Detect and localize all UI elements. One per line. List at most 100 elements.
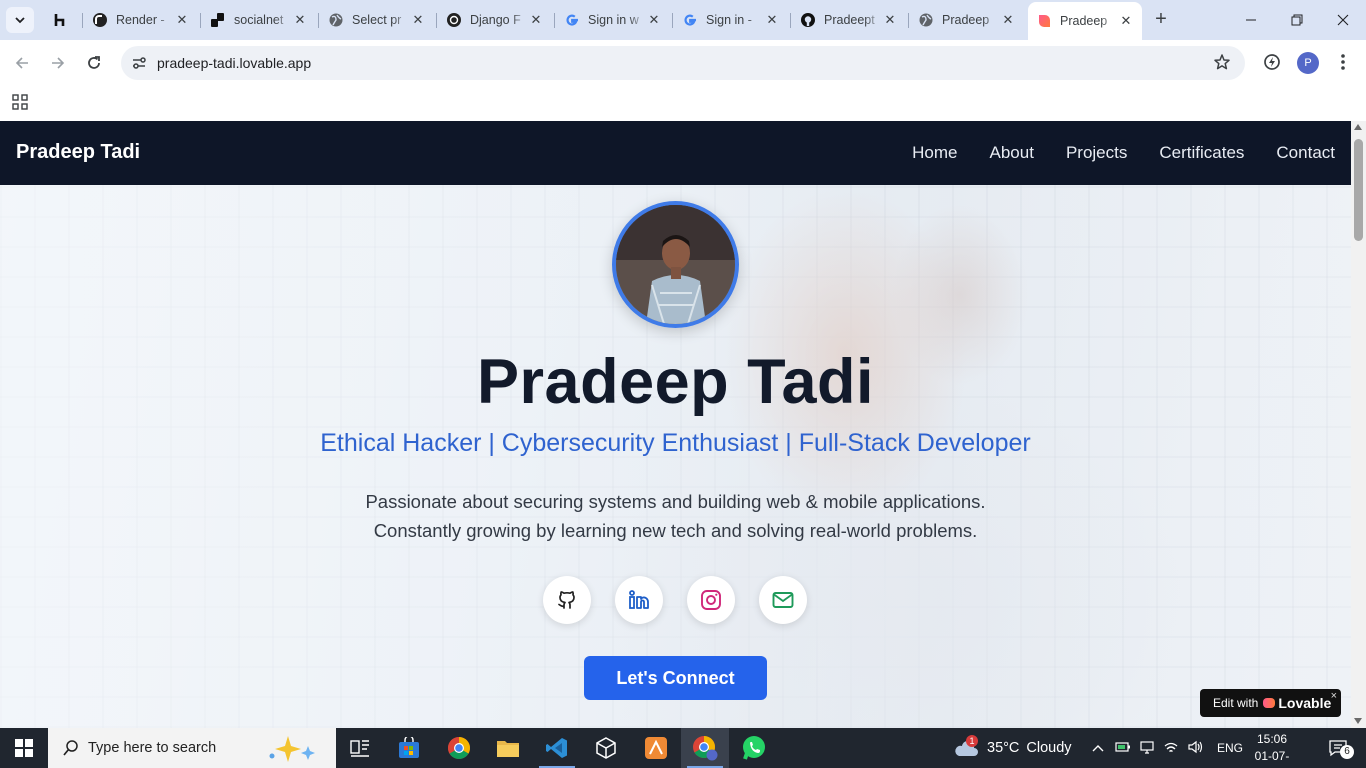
reload-button[interactable] [81,50,107,76]
scrollbar-thumb[interactable] [1354,139,1363,241]
browser-tab[interactable]: Django F ✕ [438,6,552,34]
browser-tab-active[interactable]: Pradeep ✕ [1028,2,1142,40]
browser-tab[interactable] [44,6,80,34]
chrome-icon [448,737,470,759]
browser-tab[interactable]: Sign in - ✕ [674,6,788,34]
whatsapp-button[interactable] [730,728,778,768]
notification-center-button[interactable]: 6 [1318,728,1358,768]
github-link[interactable] [543,576,591,624]
h-logo-icon [52,12,68,28]
badge-close-icon[interactable]: × [1331,690,1337,702]
mail-icon [772,592,794,608]
tab-title: Pradeep [1060,14,1108,28]
browser-tab[interactable]: Sign in w ✕ [556,6,670,34]
close-icon[interactable]: ✕ [1118,13,1134,29]
tab-separator [82,13,83,28]
site-info-icon[interactable] [129,53,149,73]
weather-text: Cloudy [1026,740,1072,756]
tab-title: Render - [116,13,165,27]
close-icon[interactable]: ✕ [646,12,662,28]
close-window-button[interactable] [1320,0,1366,40]
app-orange-button[interactable] [632,728,680,768]
linkedin-link[interactable] [615,576,663,624]
page-scrollbar[interactable] [1351,121,1366,728]
language-indicator[interactable]: ENG [1217,741,1243,755]
weather-widget[interactable]: 1 35°C Cloudy [953,728,1072,768]
restore-icon [1291,14,1303,26]
nav-projects[interactable]: Projects [1066,143,1127,163]
nav-contact[interactable]: Contact [1276,143,1335,163]
forward-button[interactable] [45,50,71,76]
page-viewport: Pradeep Tadi Home About Projects Certifi… [0,121,1351,728]
site-brand[interactable]: Pradeep Tadi [16,141,140,164]
nav-certificates[interactable]: Certificates [1159,143,1244,163]
close-icon[interactable]: ✕ [410,12,426,28]
tab-search-button[interactable] [6,7,34,33]
volume-icon[interactable] [1187,740,1205,757]
nav-about[interactable]: About [990,143,1034,163]
tab-strip: Render - ✕ socialnet ✕ Select pr ✕ Djang… [0,0,1366,40]
browser-tab[interactable]: Render - ✕ [84,6,198,34]
virtualbox-button[interactable] [582,728,630,768]
lets-connect-button[interactable]: Let's Connect [584,656,767,700]
email-link[interactable] [759,576,807,624]
menu-dots-icon[interactable] [1336,52,1350,77]
nav-home[interactable]: Home [912,143,957,163]
back-button[interactable] [9,50,35,76]
chrome-taskbar-button[interactable] [435,728,483,768]
start-button[interactable] [0,728,48,768]
taskbar-search-box[interactable]: Type here to search [48,728,336,768]
close-icon[interactable]: ✕ [1000,12,1016,28]
wifi-icon[interactable] [1163,740,1179,757]
vscode-button[interactable] [533,728,581,768]
browser-toolbar: pradeep-tadi.lovable.app [0,40,1366,86]
minimize-button[interactable] [1228,0,1274,40]
weather-temp: 35°C [987,740,1020,756]
url-text[interactable]: pradeep-tadi.lovable.app [157,55,311,71]
apps-grid-icon[interactable] [12,94,28,115]
instagram-link[interactable] [687,576,735,624]
tab-title: socialnet [234,13,284,27]
browser-tab[interactable]: Pradeep ✕ [910,6,1024,34]
close-icon[interactable]: ✕ [882,12,898,28]
file-explorer-button[interactable] [484,728,532,768]
scroll-down-arrow-icon[interactable] [1354,718,1362,724]
render-icon [92,12,108,28]
close-icon[interactable]: ✕ [174,12,190,28]
close-icon[interactable]: ✕ [292,12,308,28]
microsoft-store-button[interactable] [385,728,433,768]
scroll-up-arrow-icon[interactable] [1354,124,1362,130]
display-icon[interactable] [1139,740,1155,757]
github-icon [800,12,816,28]
edit-with-lovable-badge[interactable]: Edit with Lovable × [1200,689,1341,717]
extensions-icon[interactable] [1262,52,1282,77]
profile-avatar[interactable]: P [1297,52,1319,74]
task-view-button[interactable] [336,728,384,768]
socialnet-icon [210,12,226,28]
badge-brand: Lovable [1278,695,1332,711]
badge-prefix: Edit with [1213,696,1259,710]
tab-separator [318,13,319,28]
browser-tab[interactable]: socialnet ✕ [202,6,316,34]
close-icon[interactable]: ✕ [528,12,544,28]
chrome-profile-taskbar-button[interactable] [681,728,729,768]
lovable-icon [1036,13,1052,29]
bookmark-star-icon[interactable] [1213,53,1231,76]
social-links [543,576,807,624]
clock-time: 15:06 [1256,732,1288,746]
linkedin-icon [629,590,649,609]
restore-button[interactable] [1274,0,1320,40]
close-icon[interactable]: ✕ [764,12,780,28]
site-nav-links: Home About Projects Certificates Contact [912,143,1335,163]
address-bar[interactable]: pradeep-tadi.lovable.app [121,46,1245,80]
system-clock[interactable]: 15:06 01-07-2025 [1244,731,1300,768]
new-tab-button[interactable]: + [1150,8,1172,30]
browser-tab[interactable]: Pradeept ✕ [792,6,906,34]
windows-taskbar: Type here to search 1 35°C Cloudy ENG 15… [0,728,1366,768]
battery-icon[interactable] [1115,741,1131,756]
browser-tab[interactable]: Select pr ✕ [320,6,434,34]
instagram-icon [701,590,721,610]
tab-separator [200,13,201,28]
vscode-icon [546,738,567,758]
chevron-up-icon[interactable] [1090,744,1106,752]
